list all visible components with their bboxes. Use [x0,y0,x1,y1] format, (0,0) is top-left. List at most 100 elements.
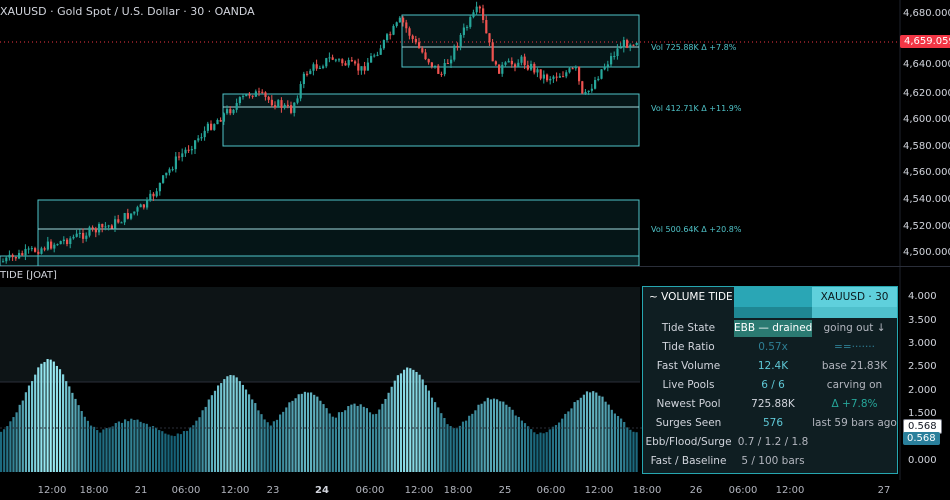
tide-bar [24,392,27,472]
candle-body [331,57,334,60]
candle-body [382,40,385,49]
tide-bar [347,406,350,472]
candle-body [235,103,238,110]
tide-bar [623,421,626,472]
candle-body [386,34,389,41]
tide-bar [427,390,430,472]
candle-body [501,64,504,74]
candle-body [504,62,507,65]
osc-tick: 3.000 [908,338,937,349]
tide-bar [443,417,446,472]
tide-bar [387,392,390,472]
time-tick: 06:00 [728,485,758,496]
candle-body [459,34,462,47]
candle-body [123,213,126,223]
candle-body [91,227,94,229]
tide-bar [83,416,86,472]
tide-bar [406,367,409,472]
candle-body [78,232,81,234]
tide-bar [319,400,322,472]
candle-body [261,91,264,93]
candle-body [322,66,325,68]
candle-body [101,224,104,228]
time-tick: 27 [877,485,891,496]
tide-bar [365,408,368,472]
candle-body [440,73,443,75]
candle-body [14,257,17,259]
candle-body [334,59,337,61]
candle-body [376,54,379,56]
tide-bar [368,412,372,472]
candle-body [168,169,171,173]
candle-body [578,66,581,82]
pane-separator[interactable] [0,266,950,267]
row-label: Newest Pool [656,398,721,410]
candle-body [328,57,331,59]
osc-tick: 0.000 [908,455,937,466]
candle-body [395,22,398,27]
candle-body [190,149,193,151]
volume-tide-panel: ~ VOLUME TIDE XAUUSD · 30 Tide State EBB… [642,286,898,474]
tide-bar [437,407,440,472]
candle-body [622,40,625,48]
candle-body [453,45,456,60]
panel-row-live-pools: Live Pools 6 / 6 carving on [643,376,897,395]
tide-bar [179,434,182,472]
tide-bar [297,394,300,472]
panel-symbol: XAUUSD · 30 [812,287,897,307]
candle-body [542,74,545,79]
candle-body [437,65,440,74]
osc-tick: 1.500 [908,408,937,419]
tide-bar [21,400,24,472]
candle-body [85,235,88,239]
candle-body [533,63,536,73]
tide-bar [232,375,235,472]
time-tick: 12:00 [404,485,434,496]
candle-body [562,76,565,78]
tide-bar [65,381,68,472]
candle-body [498,64,501,74]
candle-body [30,248,33,250]
tide-bar [244,389,248,472]
row-label: Tide State [661,322,716,334]
candle-body [302,73,305,85]
tide-bar [598,395,601,472]
candle-body [568,68,571,73]
candle-body [552,76,555,79]
tide-bar [616,416,620,472]
candle-body [296,98,299,103]
candle-body [430,62,433,67]
tide-bar [111,426,114,472]
time-tick: 12:00 [220,485,250,496]
tide-bar [145,423,148,472]
candle-body [130,213,133,219]
tide-bar [461,421,465,472]
candle-body [56,244,59,246]
candle-body [606,64,609,67]
tide-bar [378,409,381,472]
candle-body [264,92,267,97]
candle-body [571,68,574,70]
tide-bar [263,419,266,472]
panel-row-fast-baseline: Fast / Baseline 5 / 100 bars [643,452,897,471]
candle-body [619,47,622,49]
panel-subheader-swatch [734,307,812,318]
candle-body [232,109,235,114]
tide-bar [158,430,161,472]
tide-bar [248,394,251,472]
tide-bar [238,381,241,472]
osc-value-badge-2: 0.568 [903,432,940,445]
tide-bar [43,362,46,472]
tide-bar [607,404,610,472]
tide-bar [229,374,232,472]
tide-bar [480,403,483,472]
indicator-title[interactable]: TIDE [JOAT] [0,270,57,281]
tide-bar [142,423,145,472]
candle-body [267,96,270,100]
candle-body [139,204,142,208]
panel-header: ~ VOLUME TIDE XAUUSD · 30 [643,287,897,307]
tide-bar [62,374,65,472]
tide-bar [86,420,89,472]
candle-body [424,52,427,60]
candle-body [142,204,145,208]
